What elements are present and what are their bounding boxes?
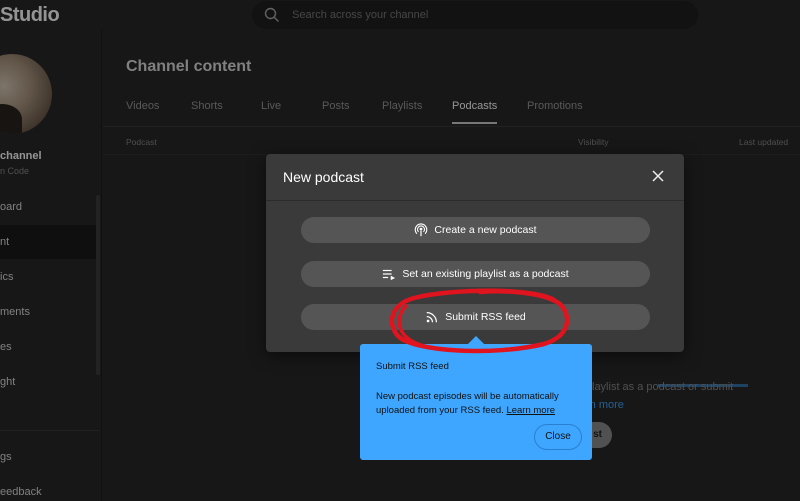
- dialog-title: New podcast: [283, 169, 364, 185]
- tooltip-title: Submit RSS feed: [376, 361, 449, 372]
- rss-feed-tooltip: Submit RSS feed New podcast episodes wil…: [360, 336, 592, 460]
- tooltip-body: New podcast episodes will be automatical…: [376, 390, 581, 418]
- rss-icon: [426, 312, 438, 323]
- set-playlist-as-podcast-button[interactable]: Set an existing playlist as a podcast: [301, 261, 650, 287]
- set-playlist-as-podcast-label: Set an existing playlist as a podcast: [402, 268, 569, 280]
- podcast-icon: [415, 223, 428, 237]
- submit-rss-feed-label: Submit RSS feed: [445, 311, 526, 323]
- close-icon[interactable]: [650, 168, 666, 184]
- new-podcast-dialog: New podcast Create a new podcast Set an …: [266, 154, 684, 352]
- playlist-play-icon: [383, 269, 396, 281]
- dialog-divider: [266, 200, 684, 201]
- learn-more-link[interactable]: Learn more: [506, 405, 555, 416]
- create-new-podcast-button[interactable]: Create a new podcast: [301, 217, 650, 243]
- create-new-podcast-label: Create a new podcast: [434, 224, 537, 236]
- submit-rss-feed-button[interactable]: Submit RSS feed: [301, 304, 650, 330]
- tooltip-close-button[interactable]: Close: [534, 424, 582, 450]
